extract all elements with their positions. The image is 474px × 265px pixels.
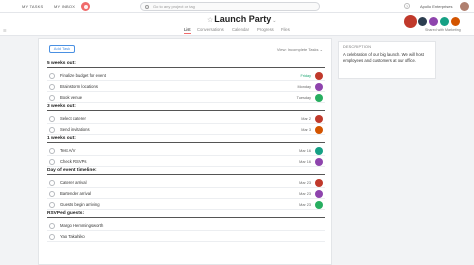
organization-name[interactable]: Apollo Enterprises xyxy=(420,4,452,9)
assignee-avatar[interactable] xyxy=(315,93,323,102)
section-header[interactable]: RSVPed guests: xyxy=(47,211,325,218)
description-text[interactable]: A celebration of our big launch. We will… xyxy=(343,52,433,64)
my-inbox-link[interactable]: MY INBOX xyxy=(54,4,75,9)
task-due-date[interactable]: Tuesday xyxy=(297,96,311,100)
assignee-avatar[interactable] xyxy=(315,200,323,209)
complete-checkbox-icon[interactable] xyxy=(49,72,55,79)
task-row[interactable]: Caterer arrival Mar 23 xyxy=(47,177,325,188)
assignee-avatar[interactable] xyxy=(315,114,323,123)
complete-checkbox-icon[interactable] xyxy=(49,179,55,186)
complete-checkbox-icon[interactable] xyxy=(49,115,55,122)
section-header[interactable]: Day of event timeline: xyxy=(47,168,325,175)
star-icon[interactable]: ☆ xyxy=(207,17,213,24)
asana-logo-icon[interactable] xyxy=(81,2,90,11)
project-title[interactable]: Launch Party xyxy=(214,14,271,24)
task-name[interactable]: Book venue xyxy=(60,95,82,100)
assignee-avatar[interactable] xyxy=(315,157,323,166)
member-avatar[interactable] xyxy=(451,17,460,26)
member-avatar[interactable] xyxy=(440,17,449,26)
task-row[interactable]: Bartender arrival Mar 23 xyxy=(47,188,325,199)
help-icon[interactable]: ? xyxy=(404,3,410,9)
chevron-down-icon[interactable]: ⌄ xyxy=(272,18,276,24)
assignee-avatar[interactable] xyxy=(315,189,323,198)
section-header[interactable]: 5 weeks out: xyxy=(47,61,325,68)
tab-list[interactable]: List xyxy=(184,27,191,34)
section-header[interactable]: 1 weeks out: xyxy=(47,136,325,143)
task-row[interactable]: Finalize budget for event Friday xyxy=(47,70,325,81)
member-avatar[interactable] xyxy=(418,17,427,26)
member-avatar[interactable] xyxy=(404,15,417,28)
sidebar-toggle-icon[interactable]: ☰ xyxy=(3,28,7,33)
add-task-button[interactable]: Add Task xyxy=(49,45,75,53)
section-header[interactable]: 3 weeks out: xyxy=(47,104,325,111)
tab-progress[interactable]: Progress xyxy=(257,27,274,32)
task-due-date[interactable]: Friday xyxy=(300,74,311,78)
project-header: ☆Launch Party⌄ List Conversations Calend… xyxy=(0,13,474,36)
tab-files[interactable]: Files xyxy=(281,27,290,32)
task-list-panel: Add Task View: Incomplete Tasks ⌄ 5 week… xyxy=(38,38,332,265)
task-row[interactable]: Margo Hemmingsworth xyxy=(47,220,325,231)
task-row[interactable]: Test A/V Mar 16 xyxy=(47,145,325,156)
task-row[interactable]: Brainstorm locations Monday xyxy=(47,81,325,92)
task-due-date[interactable]: Mar 2 xyxy=(301,117,311,121)
user-avatar[interactable] xyxy=(460,2,469,11)
complete-checkbox-icon[interactable] xyxy=(49,233,55,240)
task-name[interactable]: Caterer arrival xyxy=(60,180,87,185)
assignee-avatar[interactable] xyxy=(315,146,323,155)
task-name[interactable]: Check RSVPs xyxy=(60,159,87,164)
task-row[interactable]: Yao Takahiko xyxy=(47,231,325,242)
task-row[interactable]: Check RSVPs Mar 16 xyxy=(47,156,325,167)
task-name[interactable]: Finalize budget for event xyxy=(60,73,106,78)
assignee-avatar[interactable] xyxy=(315,178,323,187)
complete-checkbox-icon[interactable] xyxy=(49,147,55,154)
complete-checkbox-icon[interactable] xyxy=(49,83,55,90)
my-tasks-link[interactable]: MY TASKS xyxy=(22,4,43,9)
task-row[interactable]: Send invitations Mar 3 xyxy=(47,124,325,135)
member-avatar[interactable] xyxy=(429,17,438,26)
task-name[interactable]: Test A/V xyxy=(60,148,75,153)
task-name[interactable]: Send invitations xyxy=(60,127,90,132)
tab-conversations[interactable]: Conversations xyxy=(197,27,224,32)
task-row[interactable]: Select caterer Mar 2 xyxy=(47,113,325,124)
description-panel[interactable]: DESCRIPTION A celebration of our big lau… xyxy=(338,41,436,79)
task-row[interactable]: Book venue Tuesday xyxy=(47,92,325,103)
task-row[interactable]: Guests begin arriving Mar 23 xyxy=(47,199,325,210)
search-placeholder: Go to any project or tag xyxy=(153,4,195,9)
task-due-date[interactable]: Mar 23 xyxy=(299,181,311,185)
task-due-date[interactable]: Mar 23 xyxy=(299,192,311,196)
task-name[interactable]: Select caterer xyxy=(60,116,86,121)
shared-with-text[interactable]: Shared with Marketing xyxy=(425,28,461,32)
assignee-avatar[interactable] xyxy=(315,82,323,91)
description-label: DESCRIPTION xyxy=(343,45,372,49)
task-name[interactable]: Guests begin arriving xyxy=(60,202,100,207)
task-name[interactable]: Brainstorm locations xyxy=(60,84,98,89)
top-navigation-bar: MY TASKS MY INBOX Go to any project or t… xyxy=(0,0,474,13)
complete-checkbox-icon[interactable] xyxy=(49,158,55,165)
search-icon xyxy=(145,4,149,9)
view-filter-dropdown[interactable]: View: Incomplete Tasks ⌄ xyxy=(277,47,323,52)
complete-checkbox-icon[interactable] xyxy=(49,94,55,101)
task-name[interactable]: Margo Hemmingsworth xyxy=(60,223,103,228)
task-due-date[interactable]: Mar 3 xyxy=(301,128,311,132)
task-due-date[interactable]: Mar 23 xyxy=(299,203,311,207)
complete-checkbox-icon[interactable] xyxy=(49,126,55,133)
task-due-date[interactable]: Mar 16 xyxy=(299,149,311,153)
project-title-wrap: ☆Launch Party⌄ xyxy=(207,14,277,24)
tab-calendar[interactable]: Calendar xyxy=(232,27,249,32)
task-due-date[interactable]: Mar 16 xyxy=(299,160,311,164)
task-due-date[interactable]: Monday xyxy=(297,85,311,89)
assignee-avatar[interactable] xyxy=(315,125,323,134)
complete-checkbox-icon[interactable] xyxy=(49,222,55,229)
task-name[interactable]: Yao Takahiko xyxy=(60,234,85,239)
complete-checkbox-icon[interactable] xyxy=(49,190,55,197)
task-name[interactable]: Bartender arrival xyxy=(60,191,91,196)
assignee-avatar[interactable] xyxy=(315,71,323,80)
complete-checkbox-icon[interactable] xyxy=(49,201,55,208)
search-input[interactable]: Go to any project or tag xyxy=(140,2,320,11)
